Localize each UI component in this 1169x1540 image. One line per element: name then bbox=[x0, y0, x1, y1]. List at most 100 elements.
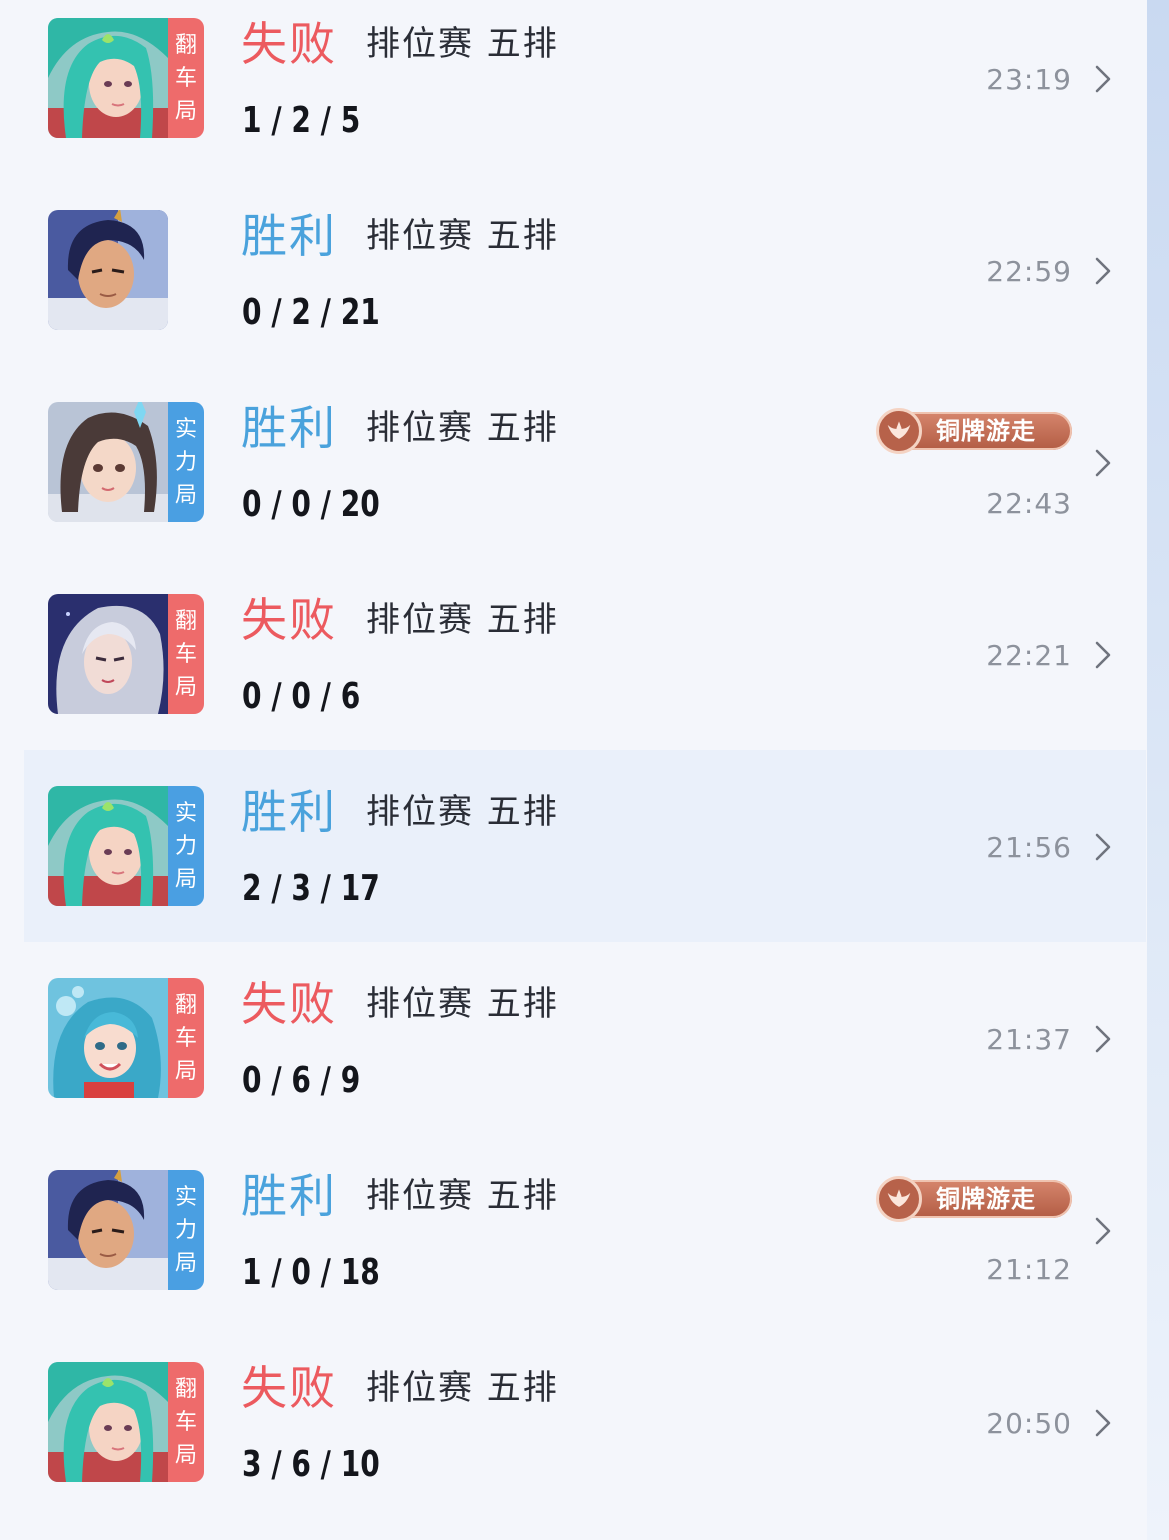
match-time: 22:59 bbox=[986, 255, 1072, 288]
tag-char: 实 bbox=[174, 800, 197, 826]
bronze-medal-icon bbox=[876, 1176, 922, 1222]
match-mode: 排位赛 五排 bbox=[366, 1368, 559, 1408]
chevron-right-icon bbox=[1095, 257, 1111, 285]
match-row[interactable]: 实 力 局 胜利 排位赛 五排 1 / 0 / 18 铜牌游走 21:12 bbox=[24, 1152, 1146, 1344]
chevron-right-icon bbox=[1095, 449, 1111, 477]
match-mode: 排位赛 五排 bbox=[366, 600, 559, 640]
match-result: 失败 bbox=[241, 593, 337, 647]
bronze-roamer-badge: 铜牌游走 bbox=[876, 408, 1074, 454]
dark-hair-male-hero-portrait-icon bbox=[48, 1170, 168, 1290]
kda-score: 0 / 6 / 9 bbox=[242, 1060, 361, 1101]
bronze-medal-icon bbox=[876, 408, 922, 454]
chevron-right-icon bbox=[1095, 1025, 1111, 1053]
match-mode: 排位赛 五排 bbox=[366, 1176, 559, 1216]
silver-hair-hero-portrait-icon bbox=[48, 594, 168, 714]
match-mode: 排位赛 五排 bbox=[366, 24, 559, 64]
match-row[interactable]: 翻 车 局 失败 排位赛 五排 3 / 6 / 10 20:50 bbox=[24, 1344, 1146, 1536]
tag-char: 局 bbox=[174, 1442, 197, 1468]
dark-hair-male-hero-portrait-icon bbox=[48, 210, 168, 330]
tag-fanche: 翻 车 局 bbox=[168, 978, 204, 1098]
kda-score: 2 / 3 / 17 bbox=[242, 868, 380, 909]
match-time: 21:12 bbox=[986, 1253, 1072, 1286]
kda-score: 3 / 6 / 10 bbox=[242, 1444, 380, 1485]
match-result: 失败 bbox=[241, 1361, 337, 1415]
chevron-right-icon bbox=[1095, 1409, 1111, 1437]
tag-fanche: 翻 车 局 bbox=[168, 18, 204, 138]
match-result: 失败 bbox=[241, 977, 337, 1031]
hero-avatar: 翻 车 局 bbox=[48, 594, 204, 714]
match-result: 失败 bbox=[241, 17, 337, 71]
hero-avatar: 实 力 局 bbox=[48, 1170, 204, 1290]
match-row[interactable]: 翻 车 局 失败 排位赛 五排 1 / 2 / 5 23:19 bbox=[24, 0, 1146, 192]
match-row[interactable]: 翻 车 局 失败 排位赛 五排 0 / 6 / 9 21:37 bbox=[24, 960, 1146, 1152]
tag-char: 局 bbox=[174, 482, 197, 508]
match-mode: 排位赛 五排 bbox=[366, 216, 559, 256]
match-time: 21:37 bbox=[986, 1023, 1072, 1056]
hero-avatar: 翻 车 局 bbox=[48, 978, 204, 1098]
tag-char: 实 bbox=[174, 416, 197, 442]
tag-char: 力 bbox=[174, 1217, 197, 1243]
tag-char: 车 bbox=[174, 641, 197, 667]
bronze-roamer-badge: 铜牌游走 bbox=[876, 1176, 1074, 1222]
match-time: 21:56 bbox=[986, 831, 1072, 864]
hero-avatar: 实 力 局 bbox=[48, 402, 204, 522]
tag-char: 车 bbox=[174, 65, 197, 91]
match-result: 胜利 bbox=[241, 1169, 337, 1223]
teal-hair-hero-portrait-icon bbox=[48, 786, 168, 906]
tag-char: 实 bbox=[174, 1184, 197, 1210]
match-result: 胜利 bbox=[241, 785, 337, 839]
match-time: 22:21 bbox=[986, 639, 1072, 672]
tag-fanche: 翻 车 局 bbox=[168, 1362, 204, 1482]
tag-shili: 实 力 局 bbox=[168, 402, 204, 522]
chevron-right-icon bbox=[1095, 833, 1111, 861]
match-mode: 排位赛 五排 bbox=[366, 792, 559, 832]
tag-shili: 实 力 局 bbox=[168, 1170, 204, 1290]
teal-hair-hero-portrait-icon bbox=[48, 1362, 168, 1482]
kda-score: 1 / 2 / 5 bbox=[242, 100, 361, 141]
match-history-list: 翻 车 局 失败 排位赛 五排 1 / 2 / 5 23:19 胜利 排位赛 五… bbox=[0, 0, 1147, 1540]
match-result: 胜利 bbox=[241, 401, 337, 455]
match-time: 22:43 bbox=[986, 487, 1072, 520]
tag-char: 局 bbox=[174, 1250, 197, 1276]
aqua-hair-hero-portrait-icon bbox=[48, 978, 168, 1098]
tag-char: 力 bbox=[174, 833, 197, 859]
chevron-right-icon bbox=[1095, 1217, 1111, 1245]
match-row[interactable]: 实 力 局 胜利 排位赛 五排 2 / 3 / 17 21:56 bbox=[24, 750, 1146, 942]
tag-char: 车 bbox=[174, 1025, 197, 1051]
kda-score: 0 / 0 / 20 bbox=[242, 484, 380, 525]
tag-char: 翻 bbox=[174, 608, 197, 634]
match-time: 20:50 bbox=[986, 1407, 1072, 1440]
match-row[interactable]: 翻 车 局 失败 排位赛 五排 0 / 0 / 6 22:21 bbox=[24, 576, 1146, 768]
match-mode: 排位赛 五排 bbox=[366, 408, 559, 448]
badge-label: 铜牌游走 bbox=[936, 1185, 1036, 1213]
chevron-right-icon bbox=[1095, 65, 1111, 93]
match-mode: 排位赛 五排 bbox=[366, 984, 559, 1024]
tag-char: 局 bbox=[174, 1058, 197, 1084]
hero-avatar: 翻 车 局 bbox=[48, 1362, 204, 1482]
tag-char: 翻 bbox=[174, 992, 197, 1018]
tag-char: 局 bbox=[174, 674, 197, 700]
tag-char: 翻 bbox=[174, 32, 197, 58]
right-edge-panel bbox=[1147, 0, 1169, 1540]
tag-char: 力 bbox=[174, 449, 197, 475]
hero-avatar: 翻 车 局 bbox=[48, 18, 204, 138]
tag-shili: 实 力 局 bbox=[168, 786, 204, 906]
teal-hair-hero-portrait-icon bbox=[48, 18, 168, 138]
kda-score: 0 / 2 / 21 bbox=[242, 292, 380, 333]
hero-avatar: 实 力 局 bbox=[48, 786, 204, 906]
badge-label: 铜牌游走 bbox=[936, 417, 1036, 445]
match-time: 23:19 bbox=[986, 63, 1072, 96]
tag-char: 局 bbox=[174, 98, 197, 124]
match-row[interactable]: 实 力 局 胜利 排位赛 五排 0 / 0 / 20 铜牌游走 22:43 bbox=[24, 384, 1146, 576]
tag-char: 翻 bbox=[174, 1376, 197, 1402]
match-result: 胜利 bbox=[241, 209, 337, 263]
tag-char: 局 bbox=[174, 866, 197, 892]
tag-fanche: 翻 车 局 bbox=[168, 594, 204, 714]
match-row[interactable]: 胜利 排位赛 五排 0 / 2 / 21 22:59 bbox=[24, 192, 1146, 384]
kda-score: 0 / 0 / 6 bbox=[242, 676, 361, 717]
tag-char: 车 bbox=[174, 1409, 197, 1435]
brown-hair-hero-portrait-icon bbox=[48, 402, 168, 522]
kda-score: 1 / 0 / 18 bbox=[242, 1252, 380, 1293]
chevron-right-icon bbox=[1095, 641, 1111, 669]
hero-avatar bbox=[48, 210, 168, 330]
